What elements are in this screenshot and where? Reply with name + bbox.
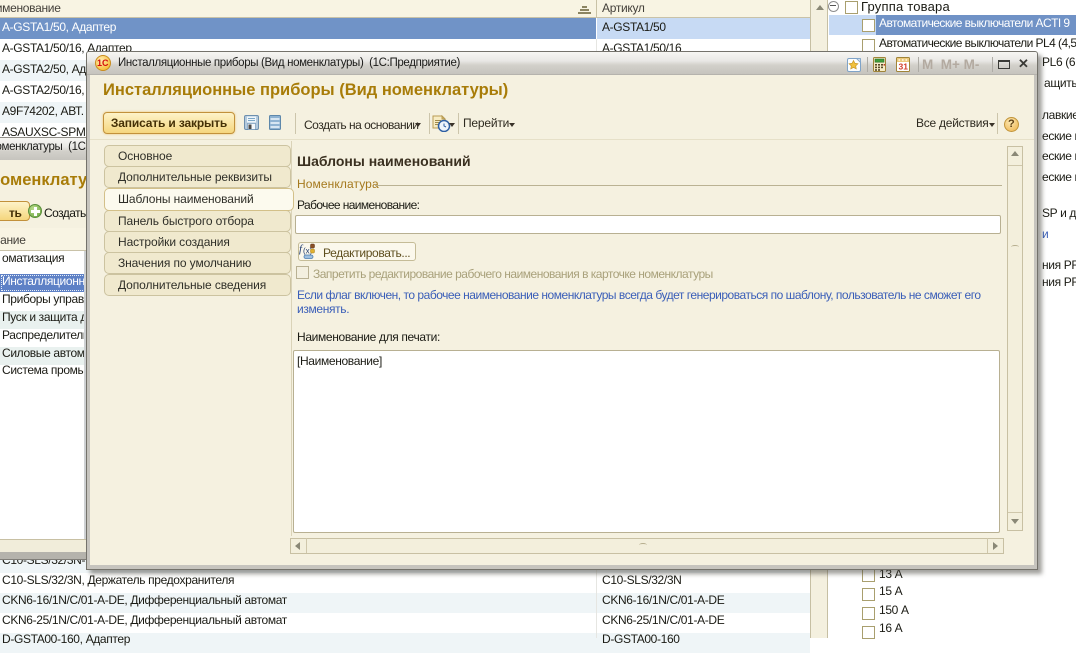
svg-text:31: 31: [899, 62, 909, 72]
